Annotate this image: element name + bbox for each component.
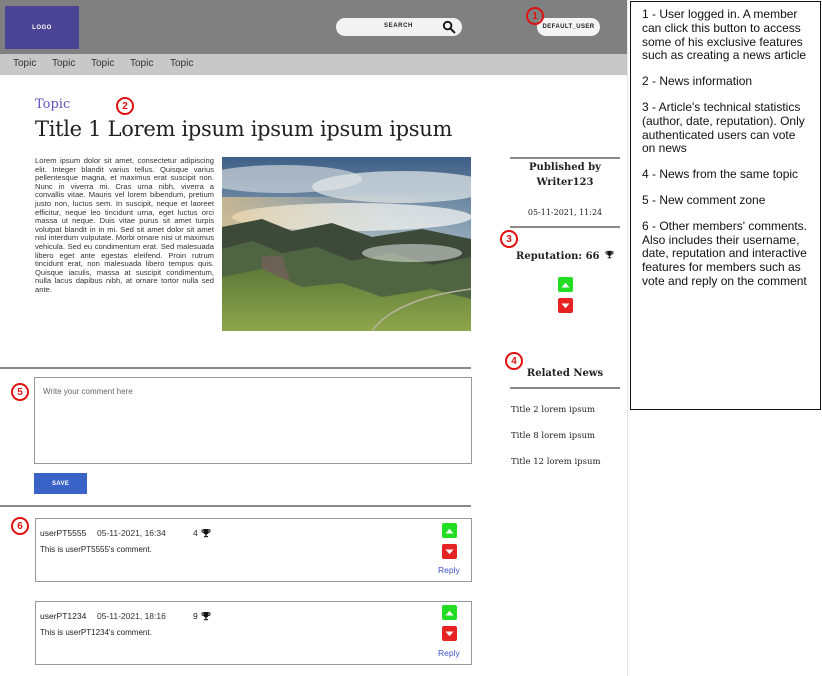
comment-input[interactable] [34, 377, 472, 464]
topic-nav: Topic Topic Topic Topic Topic [0, 54, 627, 75]
article-reputation: Reputation: 66 [510, 250, 620, 262]
header-bar: LOGO SEARCH DEFAULT_USER 1 [0, 0, 627, 54]
topic-link[interactable]: Topic [170, 58, 193, 69]
legend-item: 5 - New comment zone [642, 192, 766, 207]
reply-link[interactable]: Reply [438, 565, 460, 575]
legend-item: 4 - News from the same topic [642, 167, 799, 182]
upvote-icon [445, 528, 454, 533]
comment-date: 05-11-2021, 18:16 [97, 611, 166, 621]
comment-username[interactable]: userPT1234 [40, 611, 86, 621]
wireframe-canvas: LOGO SEARCH DEFAULT_USER 1 Topic Topic T… [0, 0, 628, 676]
legend-item: 2 - News information [642, 74, 753, 89]
legend-item: 3 - Article's technical statistics (auth… [642, 99, 805, 156]
published-by: Published by Writer123 [529, 162, 601, 188]
related-news-item[interactable]: Title 8 lorem ipsum [511, 431, 595, 441]
comment-card: userPT5555 05-11-2021, 16:34 4 This is u… [35, 518, 472, 582]
comment-downvote-button[interactable] [442, 626, 457, 641]
comment-downvote-button[interactable] [442, 544, 457, 559]
reputation-text: Reputation: 66 [516, 251, 600, 262]
stats-divider [510, 226, 620, 228]
stats-top-divider [510, 157, 620, 159]
comment-username[interactable]: userPT5555 [40, 528, 86, 538]
related-divider [510, 387, 620, 389]
comment-reputation: 9 [193, 611, 198, 621]
legend-item: 1 - User logged in. A member can click t… [642, 7, 807, 63]
save-comment-button[interactable]: SAVE [34, 473, 87, 494]
upvote-icon [445, 610, 454, 615]
article-body: Lorem ipsum dolor sit amet, consectetur … [35, 156, 214, 294]
comments-divider [0, 505, 471, 507]
article-upvote-button[interactable] [558, 277, 573, 292]
downvote-icon [561, 303, 570, 308]
article-title: Title 1 Lorem ipsum ipsum ipsum ipsum [35, 117, 453, 141]
search-label: SEARCH [384, 23, 413, 29]
publish-date: 05-11-2021, 11:24 [527, 208, 603, 217]
trophy-icon [201, 529, 211, 538]
marker-5: 5 [11, 383, 29, 401]
trophy-icon [201, 612, 211, 621]
comment-text: This is userPT5555's comment. [40, 545, 152, 554]
trophy-icon [605, 250, 614, 259]
related-news-title: Related News [526, 368, 604, 379]
comment-reputation: 4 [193, 528, 198, 538]
topic-link[interactable]: Topic [52, 58, 75, 69]
topic-link[interactable]: Topic [91, 58, 114, 69]
user-account-button[interactable]: DEFAULT_USER [537, 18, 600, 36]
comment-text: This is userPT1234's comment. [40, 628, 152, 637]
logo[interactable]: LOGO [5, 6, 79, 49]
marker-1: 1 [526, 7, 544, 25]
upvote-icon [561, 282, 570, 287]
comment-upvote-button[interactable] [442, 523, 457, 538]
article-downvote-button[interactable] [558, 298, 573, 313]
marker-3: 3 [500, 230, 518, 248]
reply-link[interactable]: Reply [438, 648, 460, 658]
topic-link[interactable]: Topic [13, 58, 36, 69]
marker-2: 2 [116, 97, 134, 115]
downvote-icon [445, 631, 454, 636]
downvote-icon [445, 549, 454, 554]
article-image [222, 157, 471, 331]
article-topic[interactable]: Topic [35, 97, 70, 112]
legend-item: 6 - Other members' comments. Also includ… [642, 218, 807, 288]
comment-card: userPT1234 05-11-2021, 18:16 9 This is u… [35, 601, 472, 665]
marker-6: 6 [11, 517, 29, 535]
comment-upvote-button[interactable] [442, 605, 457, 620]
comment-zone-divider [0, 367, 471, 369]
legend-panel: 1 - User logged in. A member can click t… [630, 1, 821, 410]
topic-link[interactable]: Topic [130, 58, 153, 69]
search-bar[interactable]: SEARCH [336, 18, 462, 36]
related-news-item[interactable]: Title 2 lorem ipsum [511, 405, 595, 415]
comment-date: 05-11-2021, 16:34 [97, 528, 166, 538]
related-news-item[interactable]: Title 12 lorem ipsum [511, 457, 601, 467]
search-icon[interactable] [442, 20, 456, 34]
